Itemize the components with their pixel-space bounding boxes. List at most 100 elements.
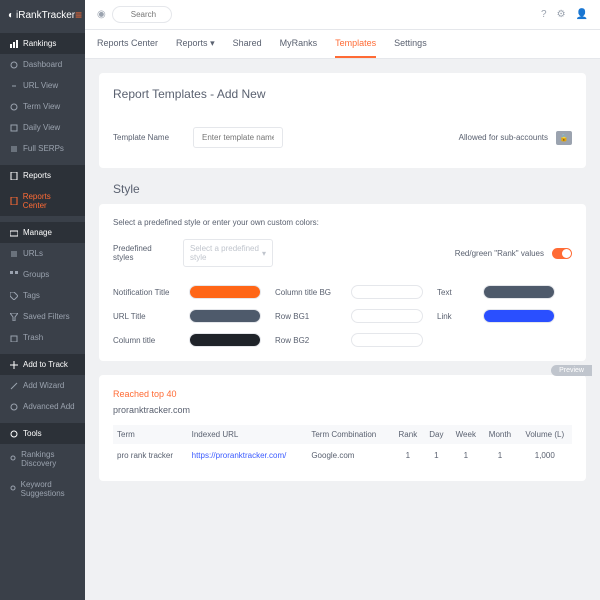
doc-icon — [10, 197, 18, 205]
tab-reports-center[interactable]: Reports Center — [97, 38, 158, 58]
page-title: Report Templates - Add New — [113, 87, 572, 101]
tab-templates[interactable]: Templates — [335, 38, 376, 58]
row-bg2-label: Row BG2 — [275, 336, 345, 345]
nav-manage[interactable]: Manage — [0, 222, 85, 243]
style-section-title: Style — [99, 182, 586, 204]
th-week: Week — [449, 425, 482, 444]
search-input[interactable] — [112, 6, 172, 23]
nav-reports[interactable]: Reports — [0, 165, 85, 186]
text-color[interactable] — [483, 285, 555, 299]
sidebar: ◐ iRankTracker ≡ Rankings Dashboard URL … — [0, 0, 85, 600]
tab-settings[interactable]: Settings — [394, 38, 427, 58]
preview-tag: Preview — [551, 365, 592, 376]
link-label: Link — [437, 312, 477, 321]
cell-day: 1 — [423, 444, 449, 467]
nav-tools[interactable]: Tools — [0, 423, 85, 444]
nav-term-view[interactable]: Term View — [0, 96, 85, 117]
table-row: pro rank tracker https://proranktracker.… — [113, 444, 572, 467]
cell-url[interactable]: https://proranktracker.com/ — [188, 444, 308, 467]
nav-tags[interactable]: Tags — [0, 285, 85, 306]
wand-icon — [10, 382, 18, 390]
logo: ◐ iRankTracker — [8, 10, 75, 21]
preview-domain: proranktracker.com — [113, 405, 572, 415]
predefined-styles-select[interactable]: Select a predefined style ▾ — [183, 239, 273, 267]
tab-reports[interactable]: Reports ▾ — [176, 38, 215, 58]
nav-reports-center[interactable]: Reports Center — [0, 186, 85, 216]
app-name: iRankTracker — [16, 10, 75, 21]
chevron-down-icon: ▾ — [210, 38, 215, 48]
th-month: Month — [482, 425, 517, 444]
lock-icon[interactable]: 🔒 — [556, 131, 572, 145]
th-rank: Rank — [392, 425, 423, 444]
visibility-icon[interactable]: ◉ — [97, 9, 106, 20]
reached-top: Reached top 40 — [113, 389, 572, 399]
filter-icon — [10, 313, 18, 321]
topbar: ◉ ? ⚙ 👤 — [85, 0, 600, 30]
nav-dashboard[interactable]: Dashboard — [0, 54, 85, 75]
column-title-color[interactable] — [189, 333, 261, 347]
cell-volume: 1,000 — [518, 444, 572, 467]
row1-color[interactable] — [351, 309, 423, 323]
nav-rankings[interactable]: Rankings — [0, 33, 85, 54]
column-title-bg-label: Column title BG — [275, 288, 345, 297]
th-url: Indexed URL — [188, 425, 308, 444]
settings-icon[interactable]: ⚙ — [557, 9, 566, 20]
nav-urls[interactable]: URLs — [0, 243, 85, 264]
tabs: Reports Center Reports ▾ Shared MyRanks … — [85, 30, 600, 59]
row-bg1-label: Row BG1 — [275, 312, 345, 321]
nav-rankings-discovery[interactable]: Rankings Discovery — [0, 444, 85, 474]
redgreen-label: Red/green "Rank" values — [455, 249, 544, 258]
column-bg-color[interactable] — [351, 285, 423, 299]
section-style: Select a predefined style or enter your … — [99, 204, 586, 361]
list-icon — [10, 250, 18, 258]
select-placeholder: Select a predefined style — [190, 244, 262, 262]
cell-month: 1 — [482, 444, 517, 467]
notification-color[interactable] — [189, 285, 261, 299]
cell-week: 1 — [449, 444, 482, 467]
template-name-input[interactable] — [193, 127, 283, 148]
logo-bar: ◐ iRankTracker ≡ — [0, 0, 85, 30]
nav-url-view[interactable]: URL View — [0, 75, 85, 96]
url-title-label: URL Title — [113, 312, 183, 321]
redgreen-toggle[interactable] — [552, 248, 572, 259]
nav-keyword-suggestions[interactable]: Keyword Suggestions — [0, 474, 85, 504]
gear-icon — [10, 403, 18, 411]
url-title-color[interactable] — [189, 309, 261, 323]
key-icon — [10, 485, 16, 493]
link-icon — [10, 82, 18, 90]
th-term: Term — [113, 425, 188, 444]
trash-icon — [10, 334, 18, 342]
nav-add-to-track[interactable]: Add to Track — [0, 354, 85, 375]
preview-table: Term Indexed URL Term Combination Rank D… — [113, 425, 572, 467]
row2-color[interactable] — [351, 333, 423, 347]
nav-saved-filters[interactable]: Saved Filters — [0, 306, 85, 327]
nav-advanced-add[interactable]: Advanced Add — [0, 396, 85, 417]
tab-shared[interactable]: Shared — [233, 38, 262, 58]
tag-icon — [10, 292, 18, 300]
cell-term: pro rank tracker — [113, 444, 188, 467]
grid-icon — [10, 271, 18, 279]
main-content: ◉ ? ⚙ 👤 Reports Center Reports ▾ Shared … — [85, 0, 600, 600]
nav-full-serps[interactable]: Full SERPs — [0, 138, 85, 159]
menu-toggle-icon[interactable]: ≡ — [75, 8, 82, 22]
section-header: Report Templates - Add New Template Name… — [99, 73, 586, 168]
nav-trash[interactable]: Trash — [0, 327, 85, 348]
link-color[interactable] — [483, 309, 555, 323]
cell-rank: 1 — [392, 444, 423, 467]
th-day: Day — [423, 425, 449, 444]
notification-title-label: Notification Title — [113, 288, 183, 297]
calendar-icon — [10, 124, 18, 132]
tab-myranks[interactable]: MyRanks — [280, 38, 318, 58]
help-icon[interactable]: ? — [541, 9, 547, 20]
gauge-icon — [10, 61, 18, 69]
wrench-icon — [10, 430, 18, 438]
plus-icon — [10, 361, 18, 369]
nav-daily-view[interactable]: Daily View — [0, 117, 85, 138]
chevron-down-icon: ▾ — [262, 249, 266, 258]
column-title-label: Column title — [113, 336, 183, 345]
user-icon[interactable]: 👤 — [576, 9, 588, 20]
nav-add-wizard[interactable]: Add Wizard — [0, 375, 85, 396]
cell-combo: Google.com — [307, 444, 392, 467]
nav-groups[interactable]: Groups — [0, 264, 85, 285]
th-volume: Volume (L) — [518, 425, 572, 444]
